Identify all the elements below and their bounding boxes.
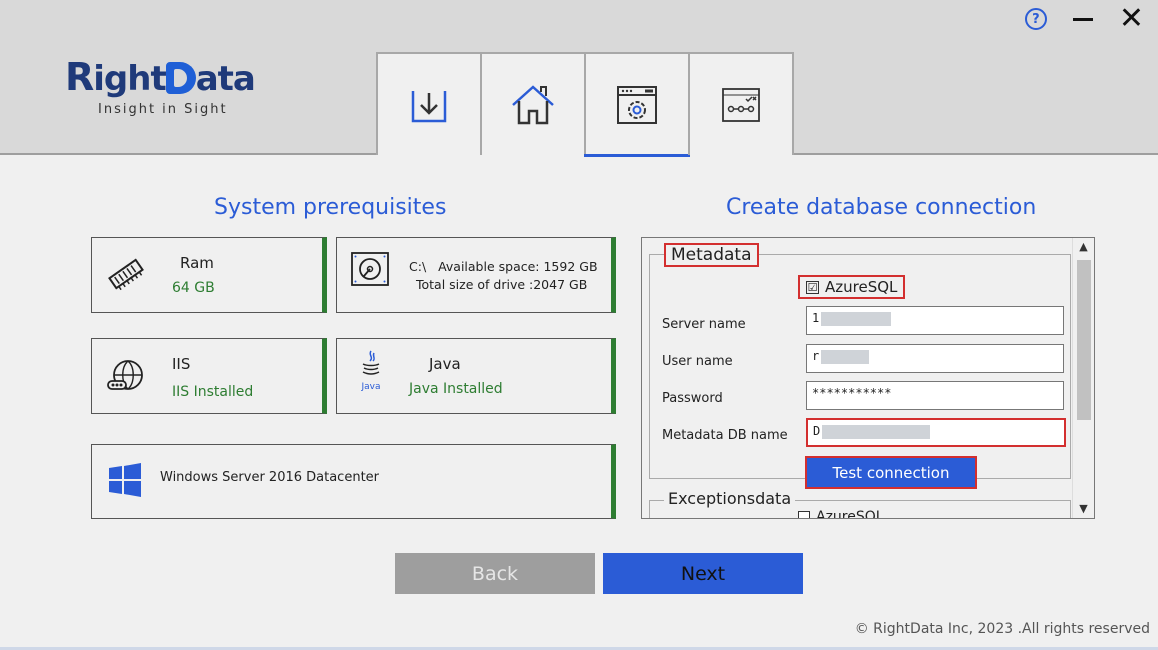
help-icon[interactable]: ? bbox=[1024, 8, 1047, 30]
iis-card: IIS IIS Installed bbox=[91, 338, 327, 414]
java-label: Java bbox=[429, 355, 461, 373]
os-card: Windows Server 2016 Datacenter bbox=[91, 444, 616, 519]
redacted-text bbox=[821, 311, 892, 326]
iis-label: IIS bbox=[172, 355, 191, 373]
exceptions-legend: Exceptionsdata bbox=[664, 489, 796, 508]
server-name-input[interactable]: 1 bbox=[806, 306, 1064, 335]
metadata-legend: Metadata bbox=[664, 243, 759, 267]
java-card: Java Java Java Installed bbox=[336, 338, 616, 414]
exceptions-group: Exceptionsdata AzureSQL bbox=[649, 489, 1071, 519]
java-icon: Java bbox=[359, 349, 383, 392]
exceptions-azuresql-label: AzureSQL bbox=[816, 509, 884, 519]
logo-d-mark bbox=[165, 62, 196, 94]
metadata-db-name-label: Metadata DB name bbox=[662, 428, 788, 443]
user-name-value: r bbox=[812, 349, 820, 363]
tab-download[interactable] bbox=[376, 52, 482, 155]
windows-logo-icon bbox=[109, 463, 141, 497]
db-connection-panel: Metadata ☑ AzureSQL Server name 1 User n… bbox=[641, 237, 1095, 519]
metadata-azuresql-checkbox[interactable]: ☑ AzureSQL bbox=[798, 275, 906, 299]
metadata-db-name-input[interactable]: D bbox=[806, 418, 1066, 447]
back-button[interactable]: Back bbox=[395, 553, 595, 594]
close-icon[interactable]: ✕ bbox=[1119, 4, 1144, 34]
next-button[interactable]: Next bbox=[603, 553, 803, 594]
user-name-input[interactable]: r bbox=[806, 344, 1064, 373]
checkbox-unchecked-icon bbox=[798, 511, 810, 518]
ram-card: Ram 64 GB bbox=[91, 237, 327, 313]
settings-window-icon bbox=[617, 85, 657, 124]
server-name-label: Server name bbox=[662, 317, 746, 332]
logo-r: R bbox=[65, 55, 94, 99]
tab-connection[interactable] bbox=[688, 52, 794, 155]
db-title: Create database connection bbox=[726, 195, 1037, 220]
scroll-down-icon[interactable]: ▼ bbox=[1073, 500, 1094, 518]
home-icon bbox=[512, 84, 554, 124]
password-label: Password bbox=[662, 391, 723, 406]
tab-home[interactable] bbox=[480, 52, 586, 155]
connection-icon bbox=[722, 87, 760, 122]
os-label: Windows Server 2016 Datacenter bbox=[160, 470, 380, 485]
ram-label: Ram bbox=[180, 254, 214, 272]
logo-ata: ata bbox=[195, 59, 256, 99]
ram-value: 64 GB bbox=[172, 280, 215, 296]
user-name-label: User name bbox=[662, 354, 733, 369]
checkbox-checked-icon: ☑ bbox=[806, 280, 819, 294]
ram-icon bbox=[108, 258, 144, 291]
drive-card: C:\ Available space: 1592 GB Total size … bbox=[336, 237, 616, 313]
redacted-text bbox=[821, 349, 870, 364]
rightdata-logo: Right ata Insight in Sight bbox=[65, 58, 275, 117]
java-value: Java Installed bbox=[409, 381, 503, 397]
metadata-group: Metadata ☑ AzureSQL Server name 1 User n… bbox=[649, 243, 1071, 489]
logo-ight: ight bbox=[93, 59, 166, 99]
prereq-title: System prerequisites bbox=[214, 195, 447, 220]
iis-value: IIS Installed bbox=[172, 384, 254, 400]
drive-space-text: C:\ Available space: 1592 GB bbox=[409, 259, 598, 274]
scroll-up-icon[interactable]: ▲ bbox=[1073, 238, 1094, 256]
exceptions-azuresql-checkbox[interactable]: AzureSQL bbox=[798, 509, 884, 519]
logo-tagline: Insight in Sight bbox=[98, 102, 228, 117]
hard-drive-icon bbox=[351, 252, 389, 286]
password-input[interactable]: *********** bbox=[806, 381, 1064, 410]
java-icon-text: Java bbox=[361, 382, 381, 392]
redacted-text bbox=[822, 424, 931, 439]
vertical-scrollbar[interactable]: ▲ ▼ bbox=[1072, 238, 1094, 518]
drive-total-text: Total size of drive :2047 GB bbox=[416, 277, 588, 292]
minimize-icon[interactable] bbox=[1072, 17, 1093, 21]
metadata-azuresql-label: AzureSQL bbox=[825, 278, 898, 296]
iis-icon bbox=[107, 360, 143, 390]
server-name-value: 1 bbox=[812, 311, 820, 325]
metadata-db-name-value: D bbox=[813, 424, 821, 438]
tab-settings[interactable] bbox=[584, 52, 690, 157]
scrollbar-thumb[interactable] bbox=[1077, 260, 1091, 420]
step-tabs bbox=[376, 52, 794, 157]
test-connection-button[interactable]: Test connection bbox=[805, 456, 977, 489]
download-icon bbox=[411, 90, 447, 122]
header: Right ata Insight in Sight ? ✕ bbox=[0, 0, 1158, 157]
copyright-footer: © RightData Inc, 2023 .All rights reserv… bbox=[854, 621, 1150, 637]
window-controls: ? ✕ bbox=[1024, 4, 1144, 34]
